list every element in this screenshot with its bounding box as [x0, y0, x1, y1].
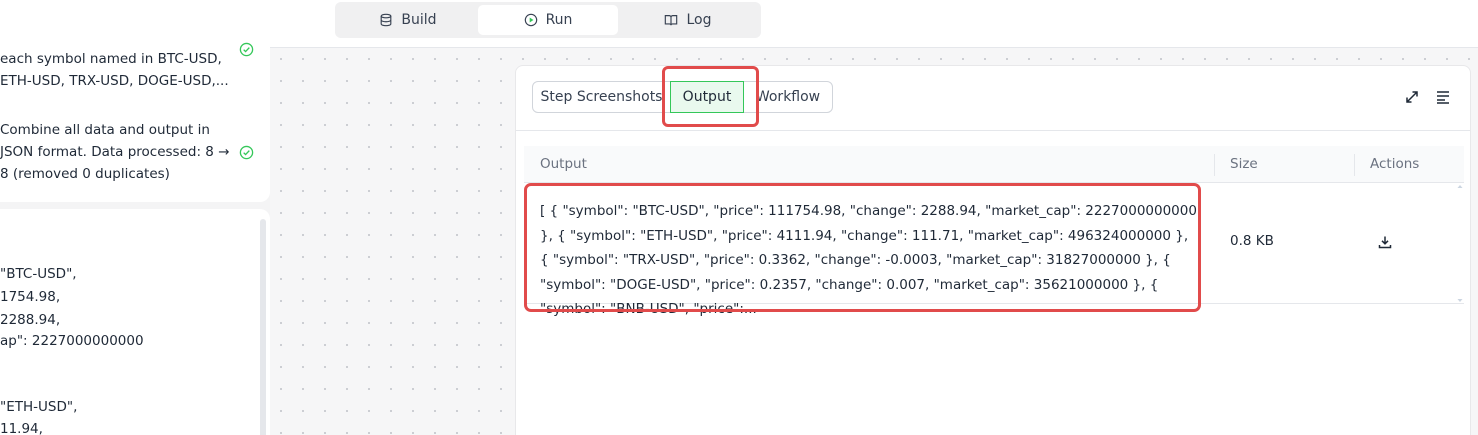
json-preview-card: "BTC-USD", 1754.98, 2288.94, ap": 222700… [0, 209, 270, 435]
json-line: "ETH-USD", [0, 399, 78, 415]
table-scrollbar[interactable] [1456, 183, 1464, 304]
step-item: each symbol named in BTC-USD, ETH-USD, T… [0, 48, 240, 92]
highlight-output-tab [662, 66, 759, 127]
check-circle-icon [239, 42, 254, 57]
tab-run-label: Run [545, 12, 573, 28]
segment-step-screenshots[interactable]: Step Screenshots [533, 82, 670, 112]
column-divider [1354, 154, 1355, 176]
scrollbar[interactable] [260, 219, 266, 435]
expand-icon[interactable] [1403, 88, 1421, 106]
table-row: [ { "symbol": "BTC-USD", "price": 111754… [524, 183, 1464, 317]
play-circle-icon [524, 13, 537, 27]
mode-tabs: Build Run Log [335, 2, 761, 38]
tab-run[interactable]: Run [478, 5, 618, 35]
database-icon [381, 13, 392, 27]
header-output: Output [540, 156, 587, 172]
steps-card: each symbol named in BTC-USD, ETH-USD, T… [0, 30, 270, 202]
highlight-output-cell [524, 183, 1201, 312]
table-header: Output Size Actions [524, 146, 1464, 183]
column-divider [1214, 154, 1215, 176]
panel-divider [516, 130, 1470, 131]
tab-build[interactable]: Build [338, 5, 478, 35]
book-icon [665, 15, 678, 26]
header-size: Size [1230, 156, 1258, 172]
download-icon[interactable] [1377, 234, 1393, 250]
json-line: "BTC-USD", [0, 266, 77, 282]
output-panel: Step Screenshots Output Workflow Output … [515, 65, 1471, 435]
tab-build-label: Build [401, 12, 437, 28]
check-circle-icon [239, 145, 254, 160]
menu-lines-icon[interactable] [1434, 88, 1452, 106]
step-text: each symbol named in BTC-USD, ETH-USD, T… [0, 51, 229, 89]
json-line: 1754.98, [0, 289, 61, 305]
size-cell: 0.8 KB [1230, 233, 1274, 249]
header-actions: Actions [1370, 156, 1420, 172]
tab-log-label: Log [686, 12, 712, 28]
tab-log[interactable]: Log [618, 5, 758, 35]
step-text: Combine all data and output in JSON form… [0, 122, 230, 182]
json-line: ap": 2227000000000 [0, 333, 144, 349]
output-table: Output Size Actions [ { "symbol": "BTC-U… [524, 146, 1464, 317]
json-line: 11.94, [0, 421, 43, 435]
json-line: 2288.94, [0, 312, 61, 328]
step-item: Combine all data and output in JSON form… [0, 119, 240, 185]
